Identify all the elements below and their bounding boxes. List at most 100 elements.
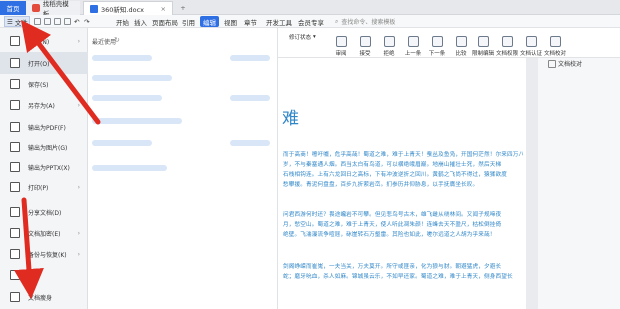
- save-icon[interactable]: [34, 18, 41, 25]
- redo-icon[interactable]: ↷: [84, 16, 89, 27]
- revision-status-dropdown[interactable]: 修订状态 ▾: [289, 32, 325, 42]
- accept-icon: [359, 36, 371, 47]
- file-menu-button[interactable]: ☰ 文件: [4, 16, 30, 27]
- doc-line: 问君西游何时还？畏途巉岩不可攀。但见悲鸟号古木，雄飞雌从绕林间。又闻子规啼夜: [283, 212, 502, 218]
- menu-references[interactable]: 引用: [182, 16, 195, 27]
- revision-status-label: 修订状态: [289, 35, 312, 41]
- recent-file-blurred[interactable]: [92, 165, 167, 171]
- file-menu-backup[interactable]: 备份与恢复(K) ›: [0, 243, 88, 265]
- review-label: 审阅: [335, 51, 347, 57]
- permission-icon: [501, 36, 513, 47]
- document-heading: 难: [282, 109, 299, 129]
- file-menu-save-as[interactable]: 另存为(A) ›: [0, 94, 88, 116]
- file-menu-save[interactable]: 保存(S): [0, 73, 88, 95]
- file-menu-export-image-label: 输出为图片(G): [28, 144, 68, 152]
- menu-edit[interactable]: 编辑: [200, 16, 219, 27]
- doc-permission-label: 文档权限: [495, 51, 518, 57]
- refresh-icon[interactable]: ↻: [114, 36, 120, 44]
- recent-file-date-blurred: [230, 140, 270, 146]
- file-menu-encrypt[interactable]: 文档加密(E) ›: [0, 222, 88, 244]
- file-menu-open-label: 打开(O): [28, 60, 50, 68]
- proofread-panel-icon: [548, 60, 556, 68]
- prev-icon: [407, 36, 419, 47]
- next-icon: [431, 36, 443, 47]
- proofread-icon: [549, 36, 561, 47]
- file-menu-share-label: 分享文档(D): [28, 209, 62, 217]
- doc-proofread-button[interactable]: 文档校对: [542, 31, 568, 57]
- reject-button[interactable]: 拒绝: [376, 31, 402, 57]
- compare-label: 比较: [455, 51, 467, 57]
- reject-icon: [383, 36, 395, 47]
- proofread-panel: [538, 58, 620, 309]
- file-menu-help-label: 帮助: [28, 272, 41, 280]
- review-button[interactable]: 审阅: [328, 31, 354, 57]
- file-menu-help[interactable]: 帮助: [0, 264, 88, 286]
- print-icon: [10, 182, 20, 192]
- print-icon[interactable]: [54, 18, 61, 25]
- folder-icon: [10, 58, 20, 68]
- recent-file-blurred[interactable]: [92, 95, 162, 101]
- new-tab-button[interactable]: +: [176, 1, 190, 15]
- close-tab-icon[interactable]: ×: [161, 5, 166, 13]
- search-placeholder: 查找命令、搜索模板: [341, 19, 396, 26]
- preview-icon[interactable]: [64, 18, 71, 25]
- doc-line: 蛇；磨牙吮血，杀人如麻。锦城虽云乐，不如早还家。蜀道之难，难于上青天，侧身西望长: [283, 274, 513, 280]
- recent-file-date-blurred: [230, 55, 270, 61]
- lock-icon: [477, 36, 489, 47]
- tab-document[interactable]: 360新知.docx ×: [83, 1, 173, 15]
- menu-section[interactable]: 章节: [244, 16, 257, 27]
- word-doc-icon: [90, 4, 98, 13]
- doc-permission-button[interactable]: 文档权限: [494, 31, 520, 57]
- file-menu-slim[interactable]: 文档瘦身: [0, 286, 88, 308]
- doc-proofread-label: 文档校对: [543, 51, 566, 57]
- doc-certify-button[interactable]: 文档认证: [518, 31, 544, 57]
- title-bar: 首页 找稻壳模板 360新知.docx × +: [0, 0, 620, 18]
- file-menu-open[interactable]: 打开(O): [0, 52, 88, 74]
- file-menu-save-label: 保存(S): [28, 81, 49, 89]
- menu-page-layout[interactable]: 页面布局: [152, 16, 178, 27]
- export-icon[interactable]: [44, 18, 51, 25]
- recent-files-title: 最近使用: [92, 39, 117, 46]
- file-menu-new[interactable]: 新建(N) ›: [0, 30, 88, 52]
- doc-line: 月，愁空山。蜀道之难，难于上青天，使人听此凋朱颜！连峰去天不盈尺，枯松倒挂倚: [283, 222, 502, 228]
- recent-file-blurred[interactable]: [92, 118, 182, 124]
- save-icon: [10, 79, 20, 89]
- undo-icon[interactable]: ↶: [74, 16, 79, 27]
- pdf-icon: [10, 122, 20, 132]
- menu-start[interactable]: 开始: [116, 16, 129, 27]
- tab-template[interactable]: 找稻壳模板: [26, 0, 80, 18]
- doc-line: 绝壁。飞湍瀑流争喧豗，砯崖转石万壑雷。其险也如此，嗟尔远道之人胡为乎来哉！: [283, 232, 496, 238]
- menu-view[interactable]: 视图: [224, 16, 237, 27]
- compare-icon: [455, 36, 467, 47]
- hamburger-icon: ☰: [7, 17, 13, 26]
- menu-member[interactable]: 会员专享: [298, 16, 324, 27]
- recent-file-blurred[interactable]: [92, 140, 152, 146]
- restrict-edit-button[interactable]: 限制编辑: [470, 31, 496, 57]
- recent-file-blurred[interactable]: [92, 55, 152, 61]
- review-icon: [335, 36, 347, 47]
- file-menu-share[interactable]: 分享文档(D): [0, 201, 88, 223]
- help-icon: [10, 270, 20, 280]
- pptx-icon: [10, 162, 20, 172]
- accept-button[interactable]: 接受: [352, 31, 378, 57]
- chevron-right-icon: ›: [77, 37, 80, 45]
- next-change-button[interactable]: 下一条: [424, 31, 450, 57]
- doc-line: 石栈相钩连。上有六龙回日之高标，下有冲波逆折之回川。黄鹤之飞尚不得过，猿猱欲度: [283, 172, 508, 178]
- file-menu-export-pptx[interactable]: 输出为PPTX(X): [0, 156, 88, 178]
- new-file-icon: [10, 36, 20, 46]
- chevron-right-icon: ›: [77, 101, 80, 109]
- command-search[interactable]: ⌕ 查找命令、搜索模板: [335, 16, 425, 27]
- chevron-right-icon: ›: [77, 229, 80, 237]
- file-menu-encrypt-label: 文档加密(E): [28, 230, 61, 238]
- file-menu-save-as-label: 另存为(A): [28, 102, 55, 110]
- next-label: 下一条: [428, 51, 446, 57]
- menu-developer[interactable]: 开发工具: [266, 16, 292, 27]
- backup-icon: [10, 249, 20, 259]
- file-menu-print[interactable]: 打印(P) ›: [0, 176, 88, 198]
- menu-insert[interactable]: 插入: [134, 16, 147, 27]
- recent-file-blurred[interactable]: [92, 75, 172, 81]
- tab-home[interactable]: 首页: [0, 1, 26, 15]
- file-menu-export-pdf[interactable]: 输出为PDF(F): [0, 116, 88, 138]
- prev-change-button[interactable]: 上一条: [400, 31, 426, 57]
- file-menu-export-image[interactable]: 输出为图片(G): [0, 136, 88, 158]
